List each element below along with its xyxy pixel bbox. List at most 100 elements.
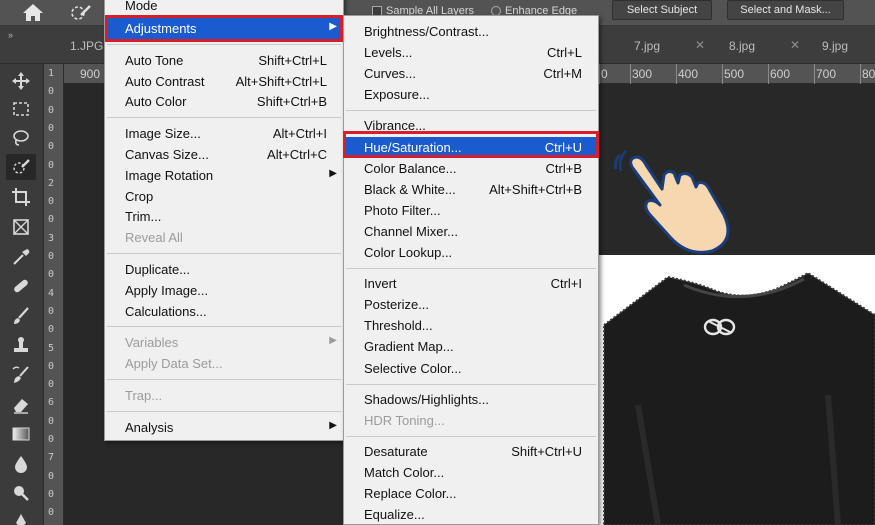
- menu-item-auto-tone[interactable]: Auto Tone Shift+Ctrl+L: [105, 50, 343, 71]
- quick-selection-option-icon[interactable]: [66, 1, 96, 23]
- menu-item-apply-image[interactable]: Apply Image...: [105, 280, 343, 301]
- ruler-digit: 0: [48, 86, 55, 98]
- select-subject-button[interactable]: Select Subject: [612, 0, 712, 20]
- menu-item-label: Crop: [125, 188, 154, 204]
- healing-icon[interactable]: [6, 273, 36, 299]
- lasso-icon[interactable]: [6, 125, 36, 151]
- menu-item-label: Image Rotation: [125, 167, 214, 183]
- marquee-icon[interactable]: [6, 96, 36, 122]
- menu-item-selective-color[interactable]: Selective Color...: [344, 358, 598, 379]
- menu-item-label: Invert: [364, 276, 397, 292]
- menu-item-auto-contrast[interactable]: Auto Contrast Alt+Shift+Ctrl+L: [105, 71, 343, 92]
- menu-item-label: Match Color...: [364, 464, 445, 480]
- menu-item-desaturate[interactable]: Desaturate Shift+Ctrl+U: [344, 441, 598, 462]
- history-brush-icon[interactable]: [6, 362, 36, 388]
- tab-document[interactable]: 9.jpg: [822, 39, 848, 53]
- menu-item-gradient-map[interactable]: Gradient Map...: [344, 336, 598, 357]
- menu-item-label: Equalize...: [364, 507, 425, 523]
- ruler-digit: 0: [48, 415, 55, 427]
- menu-item-label: Selective Color...: [364, 360, 462, 376]
- ruler-digit: 0: [48, 269, 55, 281]
- menu-item-label: Auto Color: [125, 94, 187, 110]
- ruler-label: 0: [601, 67, 608, 81]
- ruler-digit: 0: [48, 379, 55, 391]
- menu-item-label: Apply Image...: [125, 282, 209, 298]
- blur-icon[interactable]: [6, 451, 36, 477]
- ruler-digit: 1: [48, 68, 55, 79]
- menu-item-adjustments[interactable]: Adjustments ▶: [105, 18, 343, 39]
- menu-item-photo-filter[interactable]: Photo Filter...: [344, 200, 598, 221]
- stamp-icon[interactable]: [6, 332, 36, 358]
- menu-item-label: Reveal All: [125, 230, 183, 246]
- menu-item-shadows-highlights[interactable]: Shadows/Highlights...: [344, 389, 598, 410]
- frame-icon[interactable]: [6, 214, 36, 240]
- menu-item-match-color[interactable]: Match Color...: [344, 462, 598, 483]
- vertical-ruler: 1 0 0 0 0 0 2 0 0 3 0 0 4 0 0 5 0 0 6 0 0 7 0 0 0: [44, 64, 64, 525]
- menu-item-posterize[interactable]: Posterize...: [344, 294, 598, 315]
- menu-item-variables: Variables ▶: [105, 332, 343, 353]
- close-icon[interactable]: ✕: [790, 38, 800, 52]
- collapse-panels-icon[interactable]: »: [8, 30, 13, 40]
- ruler-tick: [722, 64, 723, 84]
- pen-icon[interactable]: [6, 508, 36, 525]
- brush-icon[interactable]: [6, 303, 36, 329]
- tab-document[interactable]: 8.jpg: [729, 39, 755, 53]
- menu-item-replace-color[interactable]: Replace Color...: [344, 483, 598, 504]
- menu-item-analysis[interactable]: Analysis ▶: [105, 417, 343, 438]
- menu-item-auto-color[interactable]: Auto Color Shift+Ctrl+B: [105, 91, 343, 112]
- gradient-icon[interactable]: [6, 421, 36, 447]
- menu-item-label: Auto Contrast: [125, 73, 205, 89]
- menu-item-black-white[interactable]: Black & White... Alt+Shift+Ctrl+B: [344, 179, 598, 200]
- menu-item-image-rotation[interactable]: Image Rotation ▶: [105, 165, 343, 186]
- move-icon[interactable]: [6, 68, 36, 94]
- menu-item-label: Image Size...: [125, 126, 201, 142]
- ruler-tick: [599, 64, 600, 84]
- menu-item-color-lookup[interactable]: Color Lookup...: [344, 242, 598, 263]
- ruler-label: 600: [770, 67, 791, 81]
- menu-separator: [346, 383, 596, 385]
- ruler-label: 700: [816, 67, 837, 81]
- menu-item-label: Shadows/Highlights...: [364, 391, 490, 407]
- menu-item-label: Channel Mixer...: [364, 223, 458, 239]
- menu-item-mode[interactable]: Mode: [105, 0, 343, 16]
- home-icon[interactable]: [18, 1, 48, 23]
- menu-item-levels[interactable]: Levels... Ctrl+L: [344, 42, 598, 63]
- menu-item-image-size[interactable]: Image Size... Alt+Ctrl+I: [105, 123, 343, 144]
- menu-item-equalize[interactable]: Equalize...: [344, 504, 598, 525]
- select-and-mask-button[interactable]: Select and Mask...: [727, 0, 844, 20]
- eyedropper-icon[interactable]: [6, 244, 36, 270]
- menu-item-label: Desaturate: [364, 443, 428, 459]
- menu-item-color-balance[interactable]: Color Balance... Ctrl+B: [344, 158, 598, 179]
- menu-item-channel-mixer[interactable]: Channel Mixer...: [344, 221, 598, 242]
- menu-item-threshold[interactable]: Threshold...: [344, 315, 598, 336]
- menu-item-label: Auto Tone: [125, 52, 184, 68]
- ruler-digit: 0: [48, 488, 55, 500]
- ruler-label: 900: [80, 67, 101, 81]
- menu-item-curves[interactable]: Curves... Ctrl+M: [344, 63, 598, 84]
- menu-item-exposure[interactable]: Exposure...: [344, 84, 598, 105]
- quick-selection-icon[interactable]: [6, 154, 36, 180]
- eraser-icon[interactable]: [6, 392, 36, 418]
- tab-document[interactable]: 1.JPG: [70, 39, 103, 53]
- dodge-icon[interactable]: [6, 480, 36, 506]
- menu-item-canvas-size[interactable]: Canvas Size... Alt+Ctrl+C: [105, 144, 343, 165]
- menu-item-calculations[interactable]: Calculations...: [105, 301, 343, 322]
- menu-item-brightness-contrast[interactable]: Brightness/Contrast...: [344, 21, 598, 42]
- crop-icon[interactable]: [6, 184, 36, 210]
- menu-item-hue-saturation[interactable]: Hue/Saturation... Ctrl+U: [344, 136, 598, 158]
- adjustments-submenu: Brightness/Contrast... Levels... Ctrl+L Cur…: [343, 15, 599, 525]
- close-icon[interactable]: ✕: [695, 38, 705, 52]
- menu-item-label: Hue/Saturation...: [364, 139, 462, 155]
- menu-item-trim[interactable]: Trim...: [105, 206, 343, 227]
- menu-item-crop[interactable]: Crop: [105, 186, 343, 207]
- submenu-arrow-icon: ▶: [329, 167, 337, 179]
- menu-item-invert[interactable]: Invert Ctrl+I: [344, 273, 598, 294]
- menu-item-shortcut: Alt+Shift+Ctrl+B: [489, 181, 582, 197]
- tshirt-image[interactable]: [598, 255, 875, 525]
- ruler-digit: 0: [48, 141, 55, 153]
- menu-item-duplicate[interactable]: Duplicate...: [105, 259, 343, 280]
- menu-item-vibrance[interactable]: Vibrance...: [344, 115, 598, 136]
- tab-document[interactable]: 7.jpg: [634, 39, 660, 53]
- menu-item-label: Color Balance...: [364, 160, 457, 176]
- ruler-digit: 5: [48, 342, 55, 354]
